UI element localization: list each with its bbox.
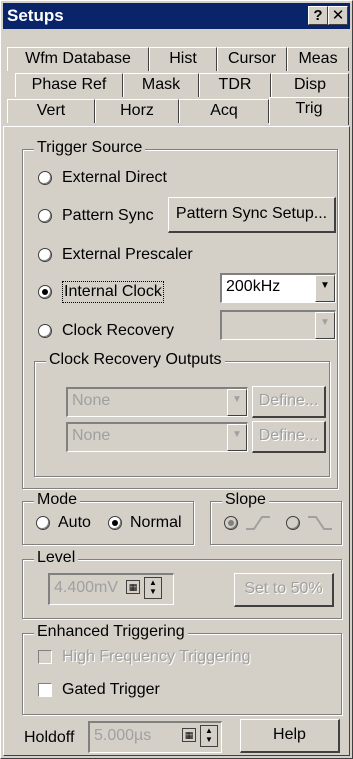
- clock-recovery-select[interactable]: ▼: [220, 310, 336, 340]
- keypad-icon[interactable]: ▦: [126, 580, 140, 594]
- label-external-prescaler: External Prescaler: [62, 246, 193, 263]
- radio-slope-rising[interactable]: [224, 516, 238, 530]
- holdoff-label: Holdoff: [24, 729, 75, 746]
- clock-recovery-outputs-label: Clock Recovery Outputs: [46, 351, 225, 369]
- output2-select[interactable]: None ▼: [66, 422, 248, 452]
- label-internal-clock: Internal Clock: [62, 281, 164, 303]
- output1-select[interactable]: None ▼: [66, 387, 248, 417]
- label-pattern-sync: Pattern Sync: [62, 207, 154, 224]
- checkbox-gated-trigger[interactable]: [38, 683, 52, 697]
- tab-tdr[interactable]: TDR: [199, 73, 271, 97]
- checkbox-high-frequency[interactable]: [38, 650, 52, 664]
- pattern-sync-setup-button[interactable]: Pattern Sync Setup...: [168, 197, 336, 233]
- define-output2-button[interactable]: Define...: [252, 421, 326, 453]
- label-mode-normal: Normal: [130, 514, 182, 531]
- radio-external-prescaler[interactable]: [38, 248, 52, 262]
- enhanced-triggering-label: Enhanced Triggering: [34, 623, 188, 641]
- holdoff-spinner[interactable]: ▲ ▼: [200, 725, 218, 747]
- clock-recovery-outputs-group: [34, 361, 330, 477]
- enhanced-triggering-group: [22, 633, 342, 715]
- radio-clock-recovery[interactable]: [38, 324, 52, 338]
- output2-value: None: [72, 427, 111, 444]
- radio-slope-falling[interactable]: [286, 516, 300, 530]
- define-output1-button[interactable]: Define...: [252, 386, 326, 418]
- tab-mask[interactable]: Mask: [123, 73, 199, 97]
- help-button[interactable]: Help: [240, 719, 340, 753]
- level-value: 4.400mV: [54, 579, 119, 596]
- set-to-50-button[interactable]: Set to 50%: [234, 573, 334, 607]
- window-title: Setups: [7, 6, 64, 25]
- setups-window: Setups ? ✕ Wfm Database Hist Cursor Meas…: [0, 0, 353, 759]
- trig-panel: Trigger Source External Direct Pattern S…: [3, 126, 350, 756]
- label-external-direct: External Direct: [62, 169, 167, 186]
- output1-value: None: [72, 392, 111, 409]
- rising-edge-icon: [246, 516, 270, 530]
- internal-clock-rate-value: 200kHz: [226, 278, 281, 295]
- radio-mode-normal[interactable]: [108, 516, 122, 530]
- tab-hist[interactable]: Hist: [149, 47, 217, 71]
- holdoff-value: 5.000µs: [94, 727, 152, 744]
- level-spinner[interactable]: ▲ ▼: [144, 577, 162, 599]
- tab-vert[interactable]: Vert: [7, 99, 95, 123]
- label-clock-recovery: Clock Recovery: [62, 322, 175, 339]
- radio-mode-auto[interactable]: [36, 516, 50, 530]
- tab-acq[interactable]: Acq: [179, 99, 269, 123]
- tab-cursor[interactable]: Cursor: [217, 47, 287, 71]
- chevron-down-icon[interactable]: ▼: [315, 275, 335, 302]
- help-icon[interactable]: ?: [308, 6, 328, 25]
- tab-horz[interactable]: Horz: [95, 99, 179, 123]
- label-gated-trigger: Gated Trigger: [62, 681, 160, 698]
- level-label: Level: [34, 549, 79, 567]
- tab-disp[interactable]: Disp: [271, 73, 349, 97]
- radio-pattern-sync[interactable]: [38, 209, 52, 223]
- radio-internal-clock[interactable]: [38, 285, 52, 299]
- chevron-down-icon[interactable]: ▼: [227, 424, 247, 451]
- falling-edge-icon: [308, 516, 332, 530]
- tab-meas[interactable]: Meas: [287, 47, 349, 71]
- close-icon[interactable]: ✕: [328, 6, 348, 25]
- tab-phase-ref[interactable]: Phase Ref: [15, 73, 123, 97]
- label-high-frequency: High Frequency Triggering: [62, 648, 251, 665]
- chevron-down-icon[interactable]: ▼: [227, 389, 247, 416]
- keypad-icon[interactable]: ▦: [182, 728, 196, 742]
- internal-clock-rate-select[interactable]: 200kHz ▼: [220, 273, 336, 303]
- title-bar[interactable]: Setups ? ✕: [3, 3, 350, 29]
- chevron-down-icon[interactable]: ▼: [315, 312, 335, 339]
- label-mode-auto: Auto: [58, 514, 91, 531]
- tab-wfm-database[interactable]: Wfm Database: [7, 47, 149, 71]
- tab-trig[interactable]: Trig: [269, 97, 349, 125]
- trigger-source-label: Trigger Source: [34, 139, 146, 157]
- slope-label: Slope: [222, 491, 269, 509]
- radio-external-direct[interactable]: [38, 171, 52, 185]
- mode-label: Mode: [34, 491, 81, 509]
